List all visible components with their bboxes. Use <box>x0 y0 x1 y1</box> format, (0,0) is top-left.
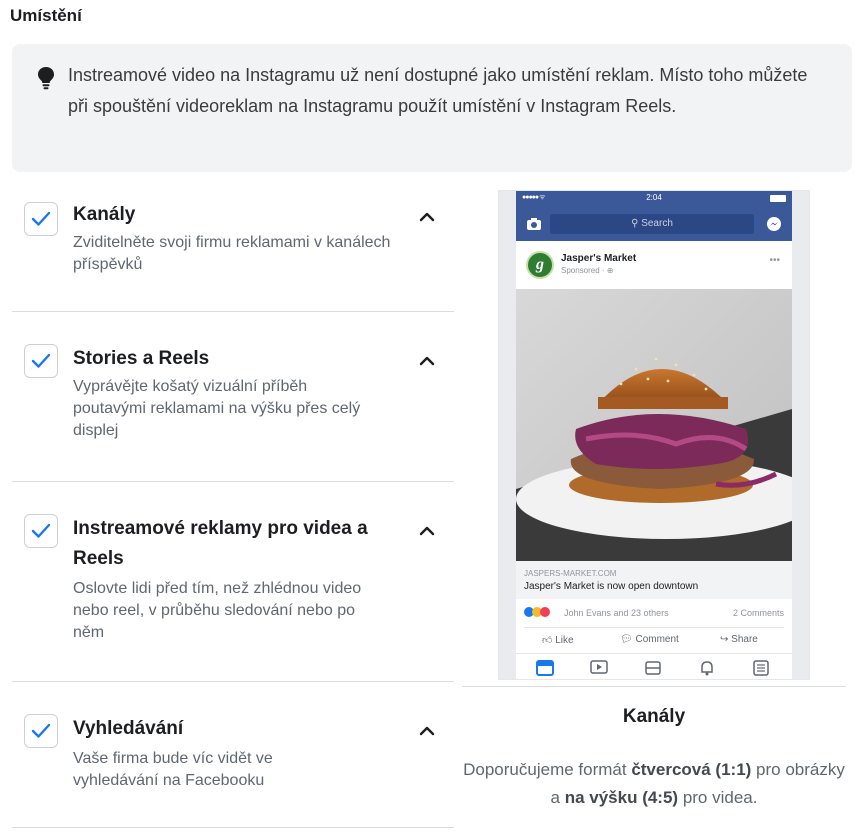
link-domain: JASPERS-MARKET.COM <box>524 569 617 578</box>
page-avatar: g <box>526 251 554 279</box>
placement-search: Vyhledávání Vaše firma bude víc vidět ve… <box>12 682 454 828</box>
preview-description: Doporučujeme formát čtvercová (1:1) pro … <box>462 756 846 812</box>
share-label: Share <box>731 634 758 645</box>
phone-mockup: ●●●●● ᯤ 2:04 ⚲ Search g Jasper's Market … <box>498 190 810 680</box>
placement-title: Instreamové reklamy pro videa a Reels <box>73 518 368 569</box>
search-input[interactable]: ⚲ Search <box>550 214 754 234</box>
bottom-tab-bar <box>516 653 792 679</box>
placement-description: Zviditelněte svoji firmu reklamami v kan… <box>73 234 391 273</box>
reactions-row: John Evans and 23 others 2 Comments <box>516 599 792 627</box>
reaction-icons <box>524 607 550 619</box>
chevron-up-icon[interactable] <box>414 348 440 374</box>
notice-text: Instreamové video na Instagramu už není … <box>68 65 808 116</box>
camera-icon <box>527 218 541 230</box>
messenger-icon <box>767 217 781 231</box>
desc-text: Doporučujeme formát <box>463 760 632 779</box>
checkmark-icon <box>31 723 51 738</box>
checkmark-icon <box>31 211 51 226</box>
like-button[interactable]: 👍︎ Like <box>542 634 574 646</box>
placement-instream: Instreamové reklamy pro videa a Reels Os… <box>12 482 454 682</box>
placement-description: Vyprávějte košatý vizuální příběh poutav… <box>73 378 361 439</box>
thumbs-up-icon: 👍︎ <box>542 635 553 646</box>
comment-button[interactable]: 💬︎ Comment <box>620 634 679 645</box>
placement-feeds: Kanály Zviditelněte svoji firmu reklamam… <box>12 186 454 312</box>
checkmark-icon <box>31 353 51 368</box>
lightbulb-icon <box>38 67 54 90</box>
comment-label: Comment <box>635 634 679 645</box>
placement-title: Kanály <box>73 204 136 225</box>
feeds-checkbox[interactable] <box>24 202 58 236</box>
placement-title: Vyhledávání <box>73 718 184 739</box>
link-preview[interactable]: JASPERS-MARKET.COM Jasper's Market is no… <box>516 561 792 599</box>
battery-icon <box>770 195 786 202</box>
placement-description: Oslovte lidi před tím, než zhlédnou vide… <box>73 580 362 641</box>
desc-format-vertical: na výšku (4:5) <box>564 788 679 807</box>
post-header: g Jasper's Market Sponsored · ⊕ ••• <box>516 241 792 289</box>
preview-title: Kanály <box>622 706 686 727</box>
desc-format-square: čtvercová (1:1) <box>631 760 752 779</box>
comment-icon: 💬︎ <box>620 634 633 645</box>
burger-image <box>516 289 792 561</box>
status-time: 2:04 <box>646 193 662 202</box>
comments-count: 2 Comments <box>732 608 784 618</box>
status-bar: ●●●●● ᯤ 2:04 <box>516 191 792 207</box>
stories-reels-checkbox[interactable] <box>24 344 58 378</box>
placement-title: Stories a Reels <box>73 348 210 369</box>
placement-description: Vaše firma bude víc vidět ve vyhledávání… <box>73 750 273 789</box>
sponsored-label: Sponsored · ⊕ <box>561 266 614 275</box>
page-name: Jasper's Market <box>561 253 637 264</box>
search-icon: ⚲ <box>631 218 642 229</box>
watch-icon[interactable] <box>590 660 608 676</box>
instream-checkbox[interactable] <box>24 514 58 548</box>
link-title: Jasper's Market is now open downtown <box>524 581 699 592</box>
news-feed-icon[interactable] <box>536 660 554 676</box>
bell-icon[interactable] <box>698 660 716 676</box>
marketplace-icon[interactable] <box>644 660 662 676</box>
share-icon: ↪ <box>720 634 729 645</box>
desc-text: pro videa. <box>678 788 758 807</box>
chevron-up-icon[interactable] <box>414 518 440 544</box>
like-label: Like <box>555 635 574 646</box>
chevron-up-icon[interactable] <box>414 204 440 230</box>
search-placeholder: Search <box>641 218 673 229</box>
phone-screen: ●●●●● ᯤ 2:04 ⚲ Search g Jasper's Market … <box>516 191 792 679</box>
more-icon: ••• <box>769 255 780 266</box>
info-notice: Instreamové video na Instagramu už není … <box>12 44 852 172</box>
search-checkbox[interactable] <box>24 714 58 748</box>
checkmark-icon <box>31 523 51 538</box>
post-actions: 👍︎ Like 💬︎ Comment ↪ Share <box>524 627 784 654</box>
section-title: Umístění <box>10 6 82 25</box>
reactions-text: John Evans and 23 others <box>564 608 669 618</box>
divider <box>462 686 846 687</box>
facebook-nav-bar: ⚲ Search <box>516 207 792 241</box>
share-button[interactable]: ↪ Share <box>720 634 758 645</box>
chevron-up-icon[interactable] <box>414 718 440 744</box>
divider <box>12 827 454 828</box>
menu-icon[interactable] <box>752 660 770 676</box>
placement-stories-reels: Stories a Reels Vyprávějte košatý vizuál… <box>12 312 454 482</box>
